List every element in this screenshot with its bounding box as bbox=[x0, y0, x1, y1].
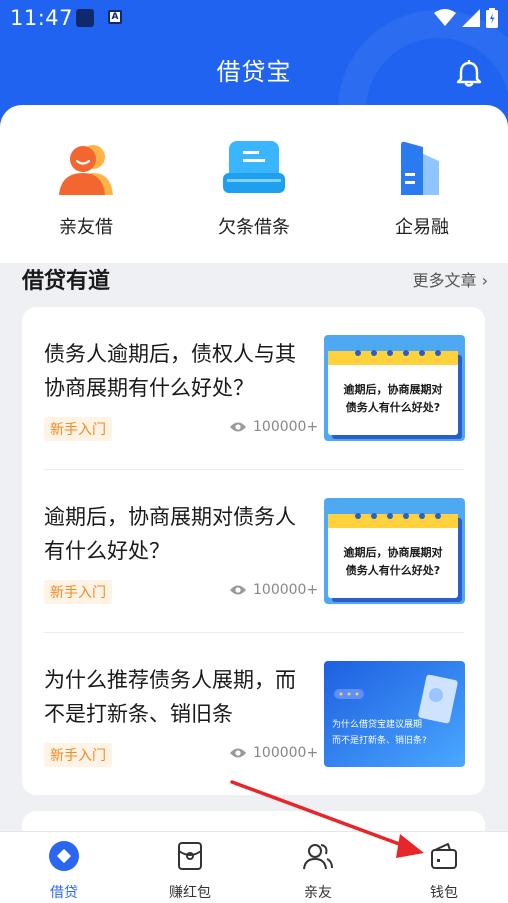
iou-icon bbox=[223, 141, 285, 193]
tab-label: 赚红包 bbox=[169, 885, 211, 901]
svg-text:债务人有什么好处?: 债务人有什么好处? bbox=[346, 400, 440, 414]
article-thumbnail: 为什么借贷宝建议展期 而不是打新条、销旧条? bbox=[324, 661, 465, 767]
section-title: 借贷有道 bbox=[22, 269, 111, 294]
more-articles-link[interactable]: 更多文章 › bbox=[413, 267, 489, 291]
services-panel: 亲友借 欠条借条 企易融 bbox=[0, 105, 508, 263]
status-bar: 11:47 A bbox=[0, 0, 508, 36]
red-envelope-icon bbox=[178, 842, 202, 870]
service-qiyirong[interactable]: 企易融 bbox=[352, 139, 492, 239]
notification-square-icon bbox=[76, 9, 94, 27]
page-title: 借贷宝 bbox=[216, 58, 292, 86]
articles-card: 债务人逾期后，债权人与其协商展期有什么好处？ 新手入门 100000+ 逾期后，… bbox=[22, 307, 485, 795]
svg-text:逾期后，协商展期对: 逾期后，协商展期对 bbox=[344, 545, 443, 559]
friends-icon bbox=[303, 844, 333, 870]
article-tag: 新手入门 bbox=[44, 743, 112, 767]
service-qinyoujie[interactable]: 亲友借 bbox=[16, 139, 156, 239]
thumbnail-text-line2: 而不是打新条、销旧条? bbox=[332, 734, 427, 746]
tab-hongbao[interactable]: 赚红包 bbox=[140, 840, 240, 902]
view-count: 100000+ bbox=[253, 419, 319, 435]
article-tag: 新手入门 bbox=[44, 417, 112, 441]
service-label: 企易融 bbox=[395, 217, 449, 238]
signal-icon bbox=[462, 9, 480, 27]
notification-a-icon: A bbox=[108, 10, 122, 24]
article-tag: 新手入门 bbox=[44, 580, 112, 604]
thumbnail-text-line1: 为什么借贷宝建议展期 bbox=[332, 718, 422, 730]
tab-label: 钱包 bbox=[430, 885, 458, 901]
article-title: 债务人逾期后，债权人与其协商展期有什么好处？ bbox=[44, 342, 296, 400]
service-label: 欠条借条 bbox=[218, 217, 290, 238]
view-count: 100000+ bbox=[253, 582, 319, 598]
svg-text:逾期后，协商展期对: 逾期后，协商展期对 bbox=[344, 382, 443, 396]
status-icons bbox=[434, 8, 498, 28]
article-thumbnail: 逾期后，协商展期对 债务人有什么好处? bbox=[324, 498, 465, 604]
bottom-tab-bar: 借贷 赚红包 亲友 钱包 bbox=[0, 831, 508, 903]
tab-label: 借贷 bbox=[50, 885, 78, 901]
battery-icon bbox=[486, 8, 498, 28]
articles-section-header: 借贷有道 更多文章 › bbox=[0, 263, 508, 294]
service-label: 亲友借 bbox=[59, 217, 113, 238]
tab-jiedai[interactable]: 借贷 bbox=[14, 840, 114, 902]
article-item[interactable]: 为什么推荐债务人展期，而不是打新条、销旧条 新手入门 100000+ 为什么借贷… bbox=[44, 633, 465, 796]
article-thumbnail: 逾期后，协商展期对 债务人有什么好处? bbox=[324, 335, 465, 441]
friend-loan-icon bbox=[59, 145, 113, 195]
view-count: 100000+ bbox=[253, 745, 319, 761]
enterprise-finance-icon bbox=[401, 141, 439, 195]
article-views: 100000+ bbox=[229, 745, 318, 761]
article-title: 为什么推荐债务人展期，而不是打新条、销旧条 bbox=[44, 668, 296, 726]
eye-icon bbox=[230, 585, 246, 595]
wifi-icon bbox=[434, 9, 456, 26]
eye-icon bbox=[230, 748, 246, 758]
article-item[interactable]: 逾期后，协商展期对债务人有什么好处？ 新手入门 100000+ 逾期后，协商展期… bbox=[44, 470, 465, 633]
tab-qianbao[interactable]: 钱包 bbox=[394, 840, 494, 902]
tab-qinyou[interactable]: 亲友 bbox=[268, 840, 368, 902]
wallet-icon bbox=[431, 843, 457, 869]
eye-icon bbox=[230, 422, 246, 432]
service-iou[interactable]: 欠条借条 bbox=[184, 139, 324, 239]
article-title: 逾期后，协商展期对债务人有什么好处？ bbox=[44, 505, 296, 563]
svg-text:债务人有什么好处?: 债务人有什么好处? bbox=[346, 563, 440, 577]
status-time: 11:47 bbox=[10, 6, 74, 30]
home-diamond-icon bbox=[49, 841, 79, 871]
article-views: 100000+ bbox=[229, 419, 318, 435]
article-views: 100000+ bbox=[229, 582, 318, 598]
article-item[interactable]: 债务人逾期后，债权人与其协商展期有什么好处？ 新手入门 100000+ 逾期后，… bbox=[44, 307, 465, 470]
tab-label: 亲友 bbox=[304, 885, 332, 901]
bell-icon[interactable] bbox=[456, 60, 482, 88]
